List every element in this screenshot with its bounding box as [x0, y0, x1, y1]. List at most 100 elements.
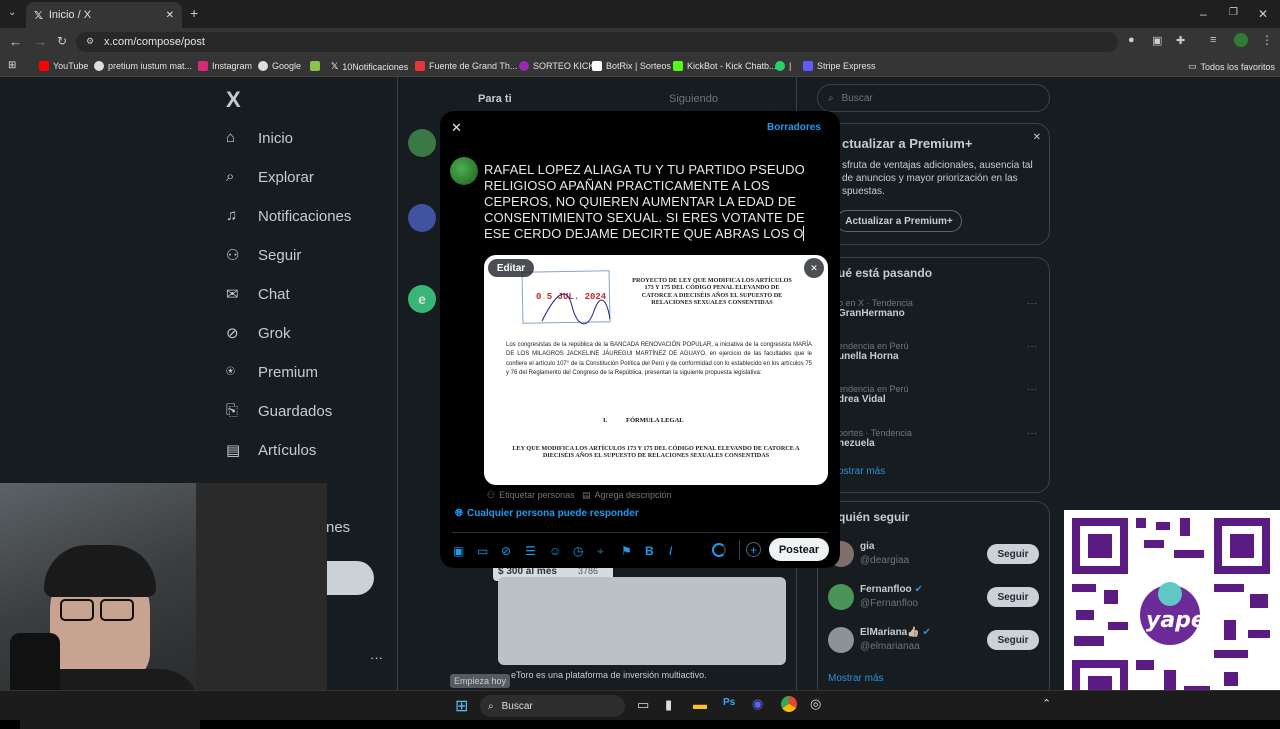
- attached-document-image: 0 5 JUL. 2024 PROYECTO DE LEY QUE MODIFI…: [484, 255, 828, 485]
- webcam-background-door: [196, 483, 327, 720]
- menu-dots-icon[interactable]: ⋮: [1261, 33, 1273, 47]
- extensions-puzzle-icon[interactable]: ✚: [1176, 34, 1185, 47]
- google-icon: [258, 61, 268, 71]
- bookmark-pretium[interactable]: pretium iustum mat...: [94, 61, 192, 71]
- bookmark-whatsapp[interactable]: |: [775, 61, 791, 71]
- media-icon[interactable]: ▣: [453, 544, 464, 558]
- doc-law-title: LEY QUE MODIFICA LOS ARTÍCULOS 173 Y 175…: [512, 445, 800, 460]
- edit-image-button[interactable]: Editar: [488, 259, 534, 277]
- windows-start-icon[interactable]: ⊞: [455, 696, 468, 716]
- font-icon: [415, 61, 425, 71]
- bookmark-youtube[interactable]: YouTube: [39, 61, 88, 71]
- tab-title: Inicio / X: [48, 9, 92, 21]
- address-bar[interactable]: ⚙ x.com/compose/post: [76, 32, 1118, 52]
- globe-icon: 🌐︎: [455, 508, 463, 519]
- grok-icon[interactable]: ⊘: [501, 544, 511, 558]
- minimize-icon[interactable]: –: [1200, 7, 1207, 21]
- app-icon[interactable]: ▮: [665, 697, 672, 713]
- drafts-button[interactable]: Borradores: [767, 122, 821, 133]
- new-tab-icon[interactable]: +: [190, 5, 198, 21]
- bookmark-fuente[interactable]: Fuente de Grand Th...: [415, 61, 517, 71]
- reload-icon[interactable]: ↻: [57, 34, 67, 48]
- schedule-icon[interactable]: ◷: [573, 544, 583, 558]
- doc-heading: PROYECTO DE LEY QUE MODIFICA LOS ARTÍCUL…: [632, 277, 792, 307]
- stripe-icon: [803, 61, 813, 71]
- location-icon[interactable]: ⌖: [597, 544, 604, 559]
- bookmark-stripe[interactable]: Stripe Express: [803, 61, 876, 71]
- add-post-icon[interactable]: +: [746, 542, 761, 557]
- yape-logo-text: yape: [1146, 608, 1206, 633]
- webcam-glasses: [100, 599, 134, 621]
- tab-close-icon[interactable]: ✕: [166, 10, 174, 21]
- doc-body: Los congresistas de la república de la B…: [506, 342, 812, 377]
- bookmark-botrix[interactable]: BotRix | Sorteos: [592, 61, 671, 71]
- webcam-glasses: [60, 599, 94, 621]
- reply-setting-button[interactable]: 🌐︎ Cualquier persona puede responder: [455, 508, 639, 519]
- divider: [452, 532, 828, 533]
- bookmark-10notificaciones[interactable]: 𝕏 10Notificaciones: [331, 61, 408, 72]
- windows-taskbar: ⊞ ⌕ Buscar ▭ ▮ ▬ Ps ◉ ◎ ⌃: [0, 690, 1280, 720]
- youtube-icon: [39, 61, 49, 71]
- browser-tab[interactable]: 𝕏 Inicio / X ✕: [26, 2, 182, 28]
- doc-section-title: FÓRMULA LEGAL: [626, 417, 684, 424]
- bookmark-google[interactable]: Google: [258, 61, 301, 71]
- folder-icon: ▭: [1188, 61, 1197, 71]
- browser-tab-bar: ⌄ 𝕏 Inicio / X ✕ + – ❐ ✕: [0, 0, 1280, 28]
- post-button[interactable]: Postear: [769, 538, 829, 561]
- x-favicon-icon: 𝕏: [34, 9, 43, 22]
- bold-icon[interactable]: B: [645, 544, 654, 558]
- text-cursor: [803, 226, 805, 241]
- tag-people-button[interactable]: ⚇ Etiquetar personas: [487, 490, 575, 501]
- person-icon: ⚇: [487, 490, 496, 500]
- yape-qr-code: yape: [1064, 510, 1280, 720]
- x-icon: 𝕏: [331, 61, 339, 71]
- window-close-icon[interactable]: ✕: [1258, 7, 1268, 21]
- apps-grid-icon[interactable]: ⊞: [8, 60, 16, 71]
- forward-icon[interactable]: →: [34, 34, 47, 49]
- description-icon: ▤: [582, 490, 591, 500]
- kickbot-icon: [673, 61, 683, 71]
- tray-chevron-icon[interactable]: ⌃: [1042, 697, 1051, 710]
- extension-bookmark-icon[interactable]: [310, 61, 320, 71]
- google-icon: [94, 61, 104, 71]
- flag-icon[interactable]: ⚑: [621, 544, 632, 558]
- taskbar-search[interactable]: ⌕ Buscar: [480, 695, 625, 717]
- discord-icon[interactable]: ◉: [752, 696, 763, 712]
- chrome-icon[interactable]: [781, 696, 797, 712]
- avatar: [450, 157, 478, 185]
- gif-icon[interactable]: ▭: [477, 544, 488, 558]
- photoshop-icon[interactable]: Ps: [723, 697, 735, 708]
- poll-icon[interactable]: ☰: [525, 544, 536, 558]
- emoji-icon[interactable]: ☺: [549, 544, 561, 558]
- character-counter: [712, 543, 726, 557]
- webcam-overlay: [0, 483, 327, 729]
- obs-icon[interactable]: ◎: [810, 696, 821, 712]
- divider: [739, 540, 740, 560]
- doc-section-number: I.: [603, 417, 608, 424]
- file-explorer-icon[interactable]: ▬: [693, 696, 707, 712]
- botrix-icon: [592, 61, 602, 71]
- media-icon[interactable]: ≡: [1210, 34, 1216, 46]
- remove-image-icon[interactable]: ✕: [804, 258, 824, 278]
- all-bookmarks[interactable]: ▭ Todos los favoritos: [1188, 61, 1275, 72]
- extension-icon[interactable]: ▣: [1152, 34, 1162, 47]
- url-text: x.com/compose/post: [104, 36, 205, 48]
- bookmark-sorteo-kick[interactable]: SORTEO KICK: [519, 61, 594, 71]
- profile-avatar[interactable]: [1234, 33, 1248, 47]
- instagram-icon: [198, 61, 208, 71]
- signature-icon: [541, 293, 611, 324]
- italic-icon[interactable]: I: [669, 544, 672, 558]
- search-icon: ⌕: [488, 700, 494, 712]
- back-icon[interactable]: ←: [9, 34, 22, 49]
- bookmark-instagram[interactable]: Instagram: [198, 61, 252, 71]
- bookmark-kickbot[interactable]: KickBot - Kick Chatb...: [673, 61, 777, 71]
- tab-list-icon[interactable]: ⌄: [8, 7, 16, 18]
- close-icon[interactable]: ✕: [451, 120, 462, 136]
- site-info-icon[interactable]: ⚙: [86, 36, 94, 47]
- maximize-icon[interactable]: ❐: [1229, 7, 1238, 18]
- task-view-icon[interactable]: ▭: [637, 697, 649, 713]
- extension-icon[interactable]: ●: [1128, 34, 1135, 46]
- compose-textarea[interactable]: RAFAEL LOPEZ ALIAGA TU Y TU PARTIDO PSEU…: [484, 162, 824, 242]
- add-description-button[interactable]: ▤ Agrega descripción: [582, 490, 672, 501]
- whatsapp-icon: [775, 61, 785, 71]
